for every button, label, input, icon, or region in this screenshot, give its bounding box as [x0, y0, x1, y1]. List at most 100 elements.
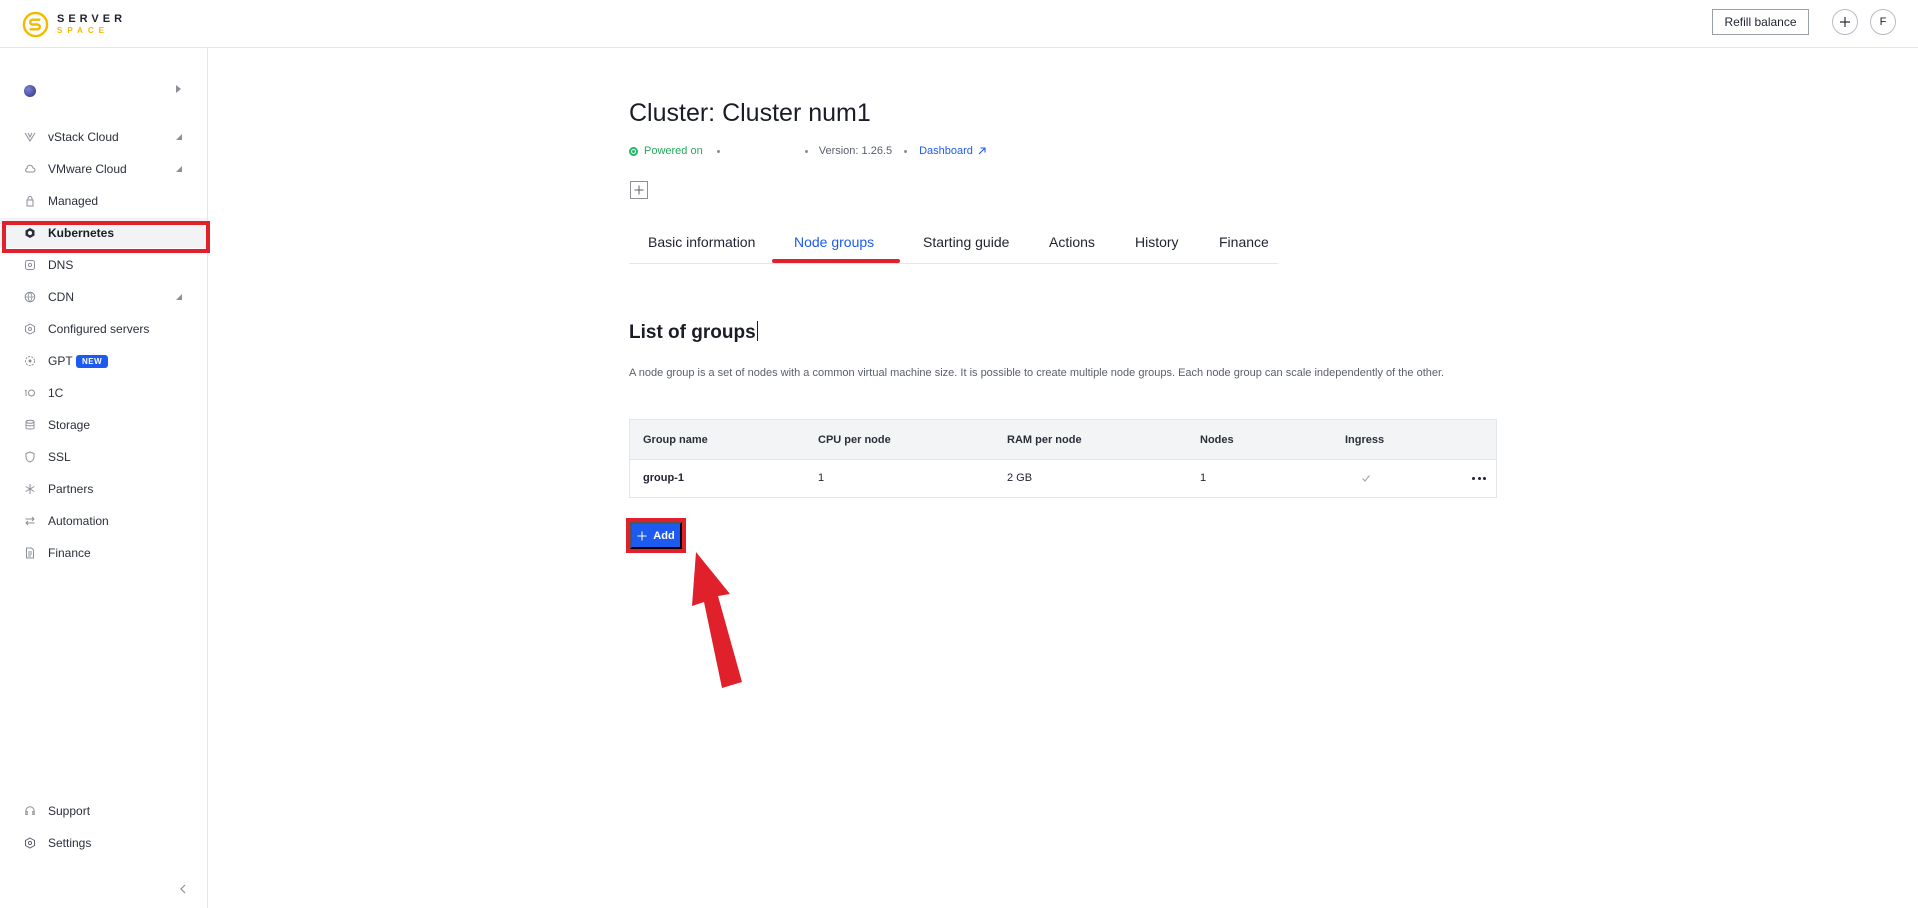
add-node-group-button[interactable]: Add [630, 522, 682, 549]
plus-icon [1840, 17, 1850, 27]
tab-basic-information[interactable]: Basic information [648, 232, 755, 264]
gear-icon [24, 837, 36, 849]
status-indicator-icon [629, 146, 638, 156]
sidebar-item-label: Settings [48, 836, 92, 850]
separator-dot [804, 149, 808, 153]
tab-history[interactable]: History [1135, 232, 1179, 264]
brand-word-1: SERVER [57, 12, 127, 25]
sidebar-item-finance[interactable]: Finance [0, 538, 207, 568]
group-name-cell: group-1 [643, 472, 684, 484]
cloud-icon [24, 163, 36, 175]
active-tab-underline [772, 259, 900, 263]
project-selector[interactable] [0, 76, 207, 106]
plus-icon [634, 185, 644, 195]
column-header: Group name [643, 434, 708, 446]
sidebar-item-dns[interactable]: DNS [0, 250, 207, 280]
expand-caret-icon [176, 134, 182, 140]
dashboard-link-label: Dashboard [919, 145, 973, 157]
sidebar-item-configured-servers[interactable]: Configured servers [0, 314, 207, 344]
node-group-description: A node group is a set of nodes with a co… [629, 367, 1445, 379]
sidebar-item-partners[interactable]: Partners [0, 474, 207, 504]
collapse-sidebar-icon[interactable] [178, 884, 188, 894]
page-title: Cluster: Cluster num1 [629, 99, 871, 127]
add-button[interactable] [1832, 9, 1858, 35]
sidebar-item-label: vStack Cloud [48, 130, 119, 144]
sidebar-item-label: DNS [48, 258, 74, 272]
text-cursor [756, 321, 758, 341]
new-badge: NEW [76, 354, 109, 368]
status-text: Powered on [644, 145, 703, 157]
dashboard-link[interactable]: Dashboard [919, 145, 987, 157]
one-c-icon [24, 387, 36, 399]
sidebar-item-vstack-cloud[interactable]: vStack Cloud [0, 122, 207, 152]
sidebar-item-automation[interactable]: Automation [0, 506, 207, 536]
tab-starting-guide[interactable]: Starting guide [923, 232, 1009, 264]
sidebar-item-gpt[interactable]: GPT NEW [0, 346, 207, 376]
tab-finance[interactable]: Finance [1219, 232, 1269, 264]
tab-actions[interactable]: Actions [1049, 232, 1095, 264]
sidebar-item-label: Managed [48, 194, 99, 208]
project-avatar [24, 85, 36, 97]
gpt-icon [24, 355, 36, 367]
shield-icon [24, 451, 36, 463]
section-title: List of groups [629, 321, 758, 344]
expand-caret-icon [176, 166, 182, 172]
refill-balance-button[interactable]: Refill balance [1712, 9, 1809, 35]
globe-icon [24, 291, 36, 303]
sidebar-item-label: Partners [48, 482, 94, 496]
sidebar-item-kubernetes[interactable]: Kubernetes [0, 218, 207, 248]
table-row[interactable]: group-1 1 2 GB 1 [630, 460, 1496, 497]
partners-icon [24, 483, 36, 495]
node-groups-table: Group name CPU per node RAM per node Nod… [629, 419, 1497, 498]
table-header: Group name CPU per node RAM per node Nod… [630, 420, 1496, 460]
sidebar-item-support[interactable]: Support [0, 796, 207, 826]
add-tag-button[interactable] [630, 181, 648, 199]
sidebar-item-label: Finance [48, 546, 91, 560]
sidebar-item-label: SSL [48, 450, 71, 464]
ram-cell: 2 GB [1007, 472, 1033, 484]
sidebar-item-label: CDN [48, 290, 74, 304]
automation-icon [24, 515, 36, 527]
cpu-cell: 1 [818, 472, 825, 484]
annotation-arrow [692, 552, 742, 688]
sidebar-item-label: Support [48, 804, 91, 818]
column-header: Nodes [1200, 434, 1234, 446]
sidebar-item-settings[interactable]: Settings [0, 828, 207, 858]
separator-dot [716, 149, 720, 153]
nodes-cell: 1 [1200, 472, 1207, 484]
sidebar-item-vmware-cloud[interactable]: VMware Cloud [0, 154, 207, 184]
column-header: CPU per node [818, 434, 891, 446]
document-icon [24, 547, 36, 559]
more-options-icon[interactable] [1472, 477, 1486, 481]
cluster-tabs: Basic information Node groups Starting g… [629, 232, 1278, 264]
version-text: Version: 1.26.5 [818, 145, 893, 157]
top-header: SERVER SPACE Refill balance F [0, 0, 1918, 48]
managed-icon [24, 195, 36, 207]
external-link-icon [978, 147, 986, 155]
vstack-icon [24, 131, 36, 143]
section-title-text: List of groups [629, 322, 756, 343]
sidebar-item-label: VMware Cloud [48, 162, 127, 176]
headset-icon [24, 805, 36, 817]
sidebar-item-managed[interactable]: Managed [0, 186, 207, 216]
sidebar-item-label: GPT [48, 354, 73, 368]
serverspace-logo[interactable]: SERVER SPACE [22, 8, 126, 40]
separator-dot [904, 149, 908, 153]
add-button-label: Add [653, 529, 675, 542]
user-avatar-button[interactable]: F [1870, 9, 1896, 35]
hexagon-icon [24, 323, 36, 335]
check-icon [1362, 475, 1370, 482]
dns-icon [24, 259, 36, 271]
chevron-right-icon [176, 85, 181, 93]
sidebar-item-label: Kubernetes [48, 226, 115, 240]
sidebar-item-ssl[interactable]: SSL [0, 442, 207, 472]
column-header: RAM per node [1007, 434, 1082, 446]
sidebar: vStack Cloud VMware Cloud Managed Kubern… [0, 48, 208, 908]
sidebar-item-label: Configured servers [48, 322, 150, 336]
kubernetes-icon [24, 227, 36, 239]
sidebar-item-1c[interactable]: 1C [0, 378, 207, 408]
sidebar-item-cdn[interactable]: CDN [0, 282, 207, 312]
expand-caret-icon [176, 294, 182, 300]
brand-word-2: SPACE [57, 25, 109, 35]
sidebar-item-storage[interactable]: Storage [0, 410, 207, 440]
